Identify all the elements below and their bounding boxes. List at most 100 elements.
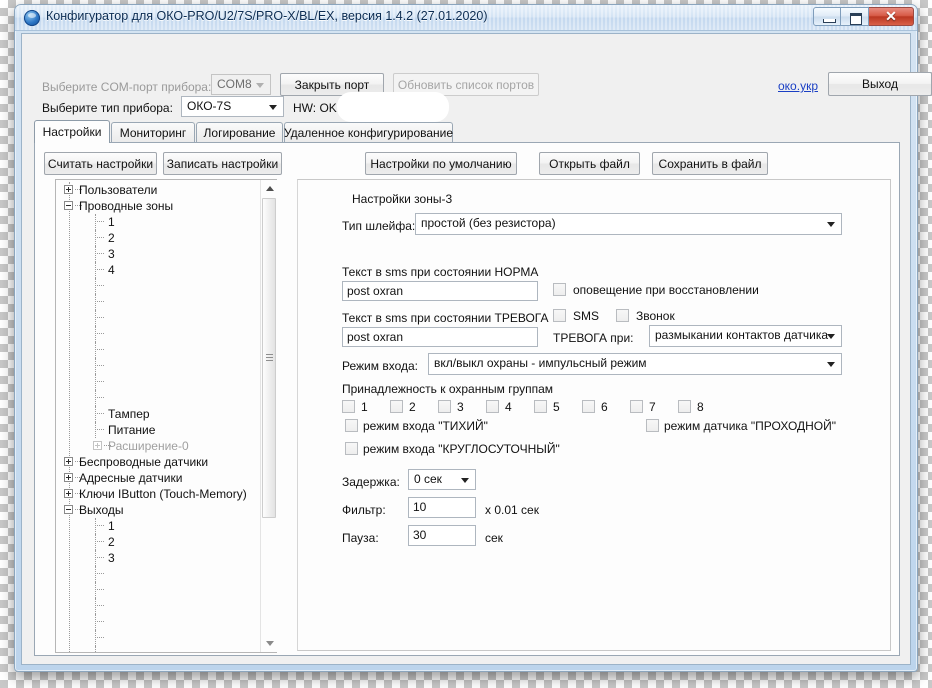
tree-item[interactable]: Проводные зоны	[56, 198, 260, 214]
tree-connector	[95, 429, 104, 431]
restore-notify-checkbox[interactable]	[553, 283, 566, 296]
input-mode-select[interactable]: вкл/выкл охраны - импульсный режим	[428, 353, 842, 375]
tree-item[interactable]	[56, 342, 260, 358]
loop-type-select[interactable]: простой (без резистора)	[415, 213, 842, 235]
passage-mode-checkbox[interactable]	[646, 419, 659, 432]
write-settings-button[interactable]: Записать настройки	[163, 152, 282, 175]
title-bar[interactable]: Конфигуратор для ОКО-PRO/U2/7S/PRO-X/BL/…	[15, 5, 917, 31]
tree-item[interactable]: Расширение-0	[56, 438, 260, 454]
tree-guide-line	[95, 246, 96, 262]
tree-item[interactable]: 2	[56, 534, 260, 550]
group-checkbox-7[interactable]	[630, 400, 643, 414]
tab-remote-config[interactable]: Удаленное конфигурирование	[284, 122, 453, 143]
com-port-select[interactable]: COM8	[211, 74, 271, 95]
security-group-6[interactable]: 6	[582, 398, 608, 416]
tree-item-label: 1	[108, 215, 115, 229]
silent-mode-checkbox[interactable]	[345, 419, 358, 432]
minimize-button[interactable]	[813, 7, 841, 26]
tree-expand-icon[interactable]	[64, 473, 73, 482]
tree-item[interactable]: 4	[56, 262, 260, 278]
tree-item[interactable]: 3	[56, 550, 260, 566]
tree-item[interactable]	[56, 326, 260, 342]
tree-item[interactable]: Выходы	[56, 502, 260, 518]
tree-item[interactable]: Беспроводные датчики	[56, 454, 260, 470]
scroll-up-button[interactable]	[261, 180, 277, 197]
group-checkbox-4[interactable]	[486, 400, 499, 414]
tree-item[interactable]	[56, 582, 260, 598]
tree-item[interactable]	[56, 358, 260, 374]
tab-settings[interactable]: Настройки	[34, 120, 110, 143]
tree-guide-line	[95, 406, 96, 422]
tree-item[interactable]	[56, 566, 260, 582]
panel-heading: Настройки зоны-3	[352, 192, 453, 206]
read-settings-button[interactable]: Считать настройки	[44, 152, 157, 175]
pause-input[interactable]: 30	[408, 525, 476, 546]
tree-expand-icon[interactable]	[93, 441, 102, 450]
sms-norm-input[interactable]: post oxran	[342, 281, 538, 301]
scrollbar-thumb[interactable]	[262, 198, 276, 518]
group-checkbox-5[interactable]	[534, 400, 547, 414]
group-checkbox-1[interactable]	[342, 400, 355, 414]
tree-item[interactable]	[56, 374, 260, 390]
tree-item[interactable]: 2	[56, 230, 260, 246]
tree-scrollbar[interactable]	[260, 180, 277, 652]
group-checkbox-3[interactable]	[438, 400, 451, 414]
tree-item[interactable]: Ключи IButton (Touch-Memory)	[56, 486, 260, 502]
tab-logging[interactable]: Логирование	[196, 122, 283, 143]
tree-collapse-icon[interactable]	[64, 201, 73, 210]
tree-item[interactable]: 1	[56, 518, 260, 534]
tree-item[interactable]	[56, 390, 260, 406]
security-group-1[interactable]: 1	[342, 398, 368, 416]
scroll-down-button[interactable]	[261, 635, 277, 652]
security-group-5[interactable]: 5	[534, 398, 560, 416]
tree-connector	[95, 333, 104, 335]
group-checkbox-2[interactable]	[390, 400, 403, 414]
exit-button[interactable]: Выход	[828, 72, 932, 96]
security-group-7[interactable]: 7	[630, 398, 656, 416]
tree-item[interactable]	[56, 294, 260, 310]
delay-select[interactable]: 0 сек	[408, 469, 476, 490]
tree-connector	[95, 621, 104, 623]
tab-monitoring[interactable]: Мониторинг	[111, 122, 195, 143]
sms-alarm-input[interactable]: post oxran	[342, 327, 538, 347]
tree-expand-icon[interactable]	[64, 457, 73, 466]
tree-item[interactable]: Тампер	[56, 406, 260, 422]
default-settings-button[interactable]: Настройки по умолчанию	[365, 152, 517, 175]
client-area: Выберите COM-порт прибора: COM8 Закрыть …	[21, 33, 932, 665]
config-tree[interactable]: Пользователи Проводные зоны 1 2 3 4 Тампер Пита…	[55, 179, 277, 653]
maximize-button[interactable]	[841, 7, 869, 26]
tree-item[interactable]	[56, 630, 260, 646]
device-type-select[interactable]: ОКО-7S	[181, 96, 284, 117]
filter-input[interactable]: 10	[408, 497, 476, 518]
tree-collapse-icon[interactable]	[64, 505, 73, 514]
tree-item[interactable]: Питание	[56, 422, 260, 438]
tree-connector	[95, 605, 104, 607]
tree-item[interactable]	[56, 310, 260, 326]
group-checkbox-8[interactable]	[678, 400, 691, 414]
site-link[interactable]: око.укр	[778, 79, 818, 93]
security-group-2[interactable]: 2	[390, 398, 416, 416]
roundclock-mode-checkbox[interactable]	[345, 442, 358, 455]
tree-item[interactable]	[56, 278, 260, 294]
tree-item[interactable]	[56, 598, 260, 614]
save-file-button[interactable]: Сохранить в файл	[652, 152, 768, 175]
tree-item[interactable]: Адресные датчики	[56, 470, 260, 486]
tree-expand-icon[interactable]	[64, 489, 73, 498]
tree-item[interactable]: Пользователи	[56, 182, 260, 198]
close-button[interactable]: ✕	[869, 7, 914, 26]
tree-expand-icon[interactable]	[64, 185, 73, 194]
alarm-when-select[interactable]: размыкании контактов датчика	[649, 325, 842, 347]
security-group-4[interactable]: 4	[486, 398, 512, 416]
call-checkbox[interactable]	[616, 309, 629, 322]
group-checkbox-6[interactable]	[582, 400, 595, 414]
open-file-button[interactable]: Открыть файл	[539, 152, 640, 175]
sms-checkbox[interactable]	[553, 309, 566, 322]
tree-item[interactable]: 3	[56, 246, 260, 262]
tree-item[interactable]: 1	[56, 214, 260, 230]
security-group-8[interactable]: 8	[678, 398, 704, 416]
tree-connector	[95, 397, 104, 399]
maximize-icon	[850, 13, 862, 25]
tree-item[interactable]	[56, 614, 260, 630]
tree-item[interactable]	[56, 646, 260, 652]
security-group-3[interactable]: 3	[438, 398, 464, 416]
